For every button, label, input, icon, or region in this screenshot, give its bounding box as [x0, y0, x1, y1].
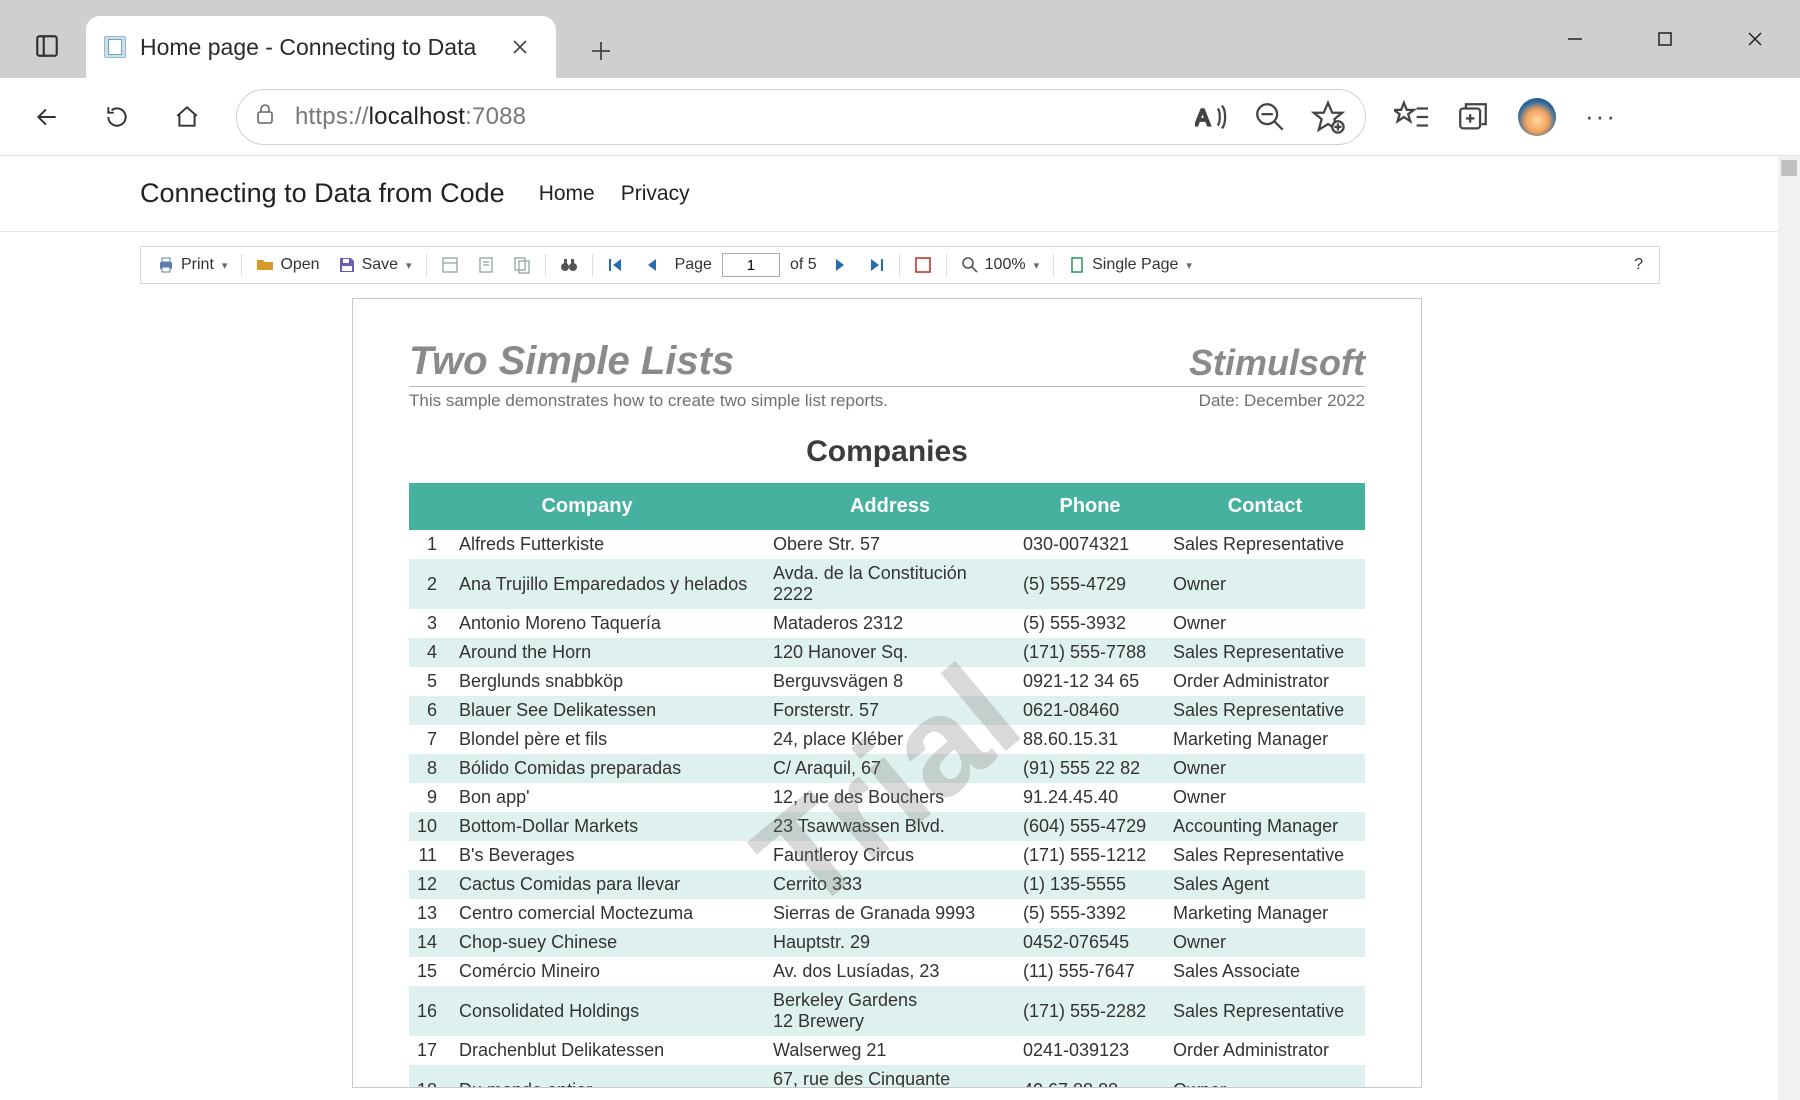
chevron-down-icon: ▾ [406, 259, 412, 272]
chevron-down-icon: ▾ [1034, 259, 1040, 272]
prev-page-icon [643, 256, 661, 274]
binoculars-icon [560, 256, 578, 274]
help-button[interactable]: ? [1626, 250, 1651, 280]
favorites-list-icon[interactable] [1394, 100, 1428, 134]
address-bar[interactable]: https://localhost:7088 A [236, 89, 1366, 145]
parameters-icon [477, 256, 495, 274]
folder-open-icon [256, 256, 274, 274]
page-of-label: of 5 [786, 256, 821, 274]
col-contact: Contact [1165, 483, 1365, 530]
vertical-scrollbar[interactable] [1778, 156, 1800, 1100]
tab-title: Home page - Connecting to Data [140, 34, 496, 61]
chevron-down-icon: ▾ [1186, 259, 1192, 272]
col-phone: Phone [1015, 483, 1165, 530]
table-row: 17Drachenblut DelikatessenWalserweg 2102… [409, 1036, 1365, 1065]
fullscreen-icon [914, 256, 932, 274]
window-titlebar: Home page - Connecting to Data [0, 0, 1800, 78]
browser-tab-active[interactable]: Home page - Connecting to Data [86, 16, 556, 78]
prev-page-button[interactable] [635, 250, 669, 280]
table-row: 10Bottom-Dollar Markets23 Tsawwassen Blv… [409, 812, 1365, 841]
view-mode-button[interactable]: Single Page▾ [1060, 250, 1200, 280]
save-button[interactable]: Save▾ [330, 250, 420, 280]
collections-icon[interactable] [1456, 100, 1490, 134]
tab-close-button[interactable] [506, 33, 534, 61]
parameters-button[interactable] [469, 250, 503, 280]
tab-favicon [104, 36, 126, 58]
table-row: 5Berglunds snabbköpBerguvsvägen 80921-12… [409, 667, 1365, 696]
new-tab-button[interactable] [582, 32, 620, 70]
fullscreen-button[interactable] [906, 250, 940, 280]
next-page-icon [831, 256, 849, 274]
report-brand: Stimulsoft [1189, 342, 1365, 384]
tab-overview-button[interactable] [22, 21, 72, 71]
nav-link-privacy[interactable]: Privacy [621, 182, 690, 206]
table-row: 12Cactus Comidas para llevarCerrito 333(… [409, 870, 1365, 899]
open-button[interactable]: Open [248, 250, 327, 280]
page-content: Connecting to Data from Code Home Privac… [0, 156, 1800, 1100]
window-minimize-button[interactable] [1530, 0, 1620, 78]
report-subtitle: This sample demonstrates how to create t… [409, 391, 888, 411]
address-text: https://localhost:7088 [295, 103, 526, 131]
lock-icon [255, 103, 275, 130]
report-date: Date: December 2022 [1199, 391, 1365, 411]
app-header: Connecting to Data from Code Home Privac… [0, 156, 1800, 232]
svg-text:A: A [1195, 104, 1211, 130]
zoom-out-icon[interactable] [1253, 100, 1287, 134]
nav-back-button[interactable] [18, 88, 76, 146]
page-number-input[interactable] [722, 253, 780, 277]
read-aloud-icon[interactable]: A [1195, 100, 1229, 134]
table-row: 13Centro comercial MoctezumaSierras de G… [409, 899, 1365, 928]
table-row: 18Du monde entier67, rue des Cinquante O… [409, 1065, 1365, 1088]
table-row: 14Chop-suey ChineseHauptstr. 290452-0765… [409, 928, 1365, 957]
col-address: Address [765, 483, 1015, 530]
print-icon [157, 256, 175, 274]
bookmarks-icon [441, 256, 459, 274]
save-icon [338, 256, 356, 274]
table-row: 8Bólido Comidas preparadasC/ Araquil, 67… [409, 754, 1365, 783]
table-row: 7Blondel père et fils24, place Kléber88.… [409, 725, 1365, 754]
window-maximize-button[interactable] [1620, 0, 1710, 78]
table-row: 16Consolidated HoldingsBerkeley Gardens … [409, 986, 1365, 1036]
last-page-icon [867, 256, 885, 274]
table-row: 3Antonio Moreno TaqueríaMataderos 2312(5… [409, 609, 1365, 638]
favorite-add-icon[interactable] [1311, 100, 1345, 134]
report-table: Company Address Phone Contact 1Alfreds F… [409, 483, 1365, 1088]
table-row: 9Bon app'12, rue des Bouchers91.24.45.40… [409, 783, 1365, 812]
find-button[interactable] [552, 250, 586, 280]
table-row: 4Around the Horn120 Hanover Sq.(171) 555… [409, 638, 1365, 667]
next-page-button[interactable] [823, 250, 857, 280]
col-company: Company [409, 483, 765, 530]
zoom-button[interactable]: 100%▾ [953, 250, 1047, 280]
nav-home-button[interactable] [158, 88, 216, 146]
app-title: Connecting to Data from Code [140, 178, 505, 209]
window-close-button[interactable] [1710, 0, 1800, 78]
print-button[interactable]: Print▾ [149, 250, 235, 280]
table-row: 2Ana Trujillo Emparedados y heladosAvda.… [409, 559, 1365, 609]
zoom-icon [961, 256, 979, 274]
report-toolbar: Print▾ Open Save▾ Page of 5 [140, 246, 1660, 284]
table-row: 1Alfreds FutterkisteObere Str. 57030-007… [409, 530, 1365, 559]
single-page-icon [1068, 256, 1086, 274]
resources-icon [513, 256, 531, 274]
profile-avatar[interactable] [1518, 98, 1556, 136]
table-row: 11B's BeveragesFauntleroy Circus(171) 55… [409, 841, 1365, 870]
table-row: 6Blauer See DelikatessenForsterstr. 5706… [409, 696, 1365, 725]
more-menu-button[interactable]: ··· [1584, 100, 1618, 134]
nav-link-home[interactable]: Home [539, 182, 595, 206]
first-page-icon [607, 256, 625, 274]
browser-navbar: https://localhost:7088 A ··· [0, 78, 1800, 156]
report-title: Two Simple Lists [409, 339, 734, 384]
table-row: 15Comércio MineiroAv. dos Lusíadas, 23(1… [409, 957, 1365, 986]
chevron-down-icon: ▾ [222, 259, 228, 272]
report-section-title: Companies [409, 435, 1365, 469]
last-page-button[interactable] [859, 250, 893, 280]
report-page: Two Simple Lists Stimulsoft This sample … [352, 298, 1422, 1088]
page-label: Page [671, 256, 716, 274]
first-page-button[interactable] [599, 250, 633, 280]
bookmarks-button[interactable] [433, 250, 467, 280]
nav-refresh-button[interactable] [88, 88, 146, 146]
resources-button[interactable] [505, 250, 539, 280]
